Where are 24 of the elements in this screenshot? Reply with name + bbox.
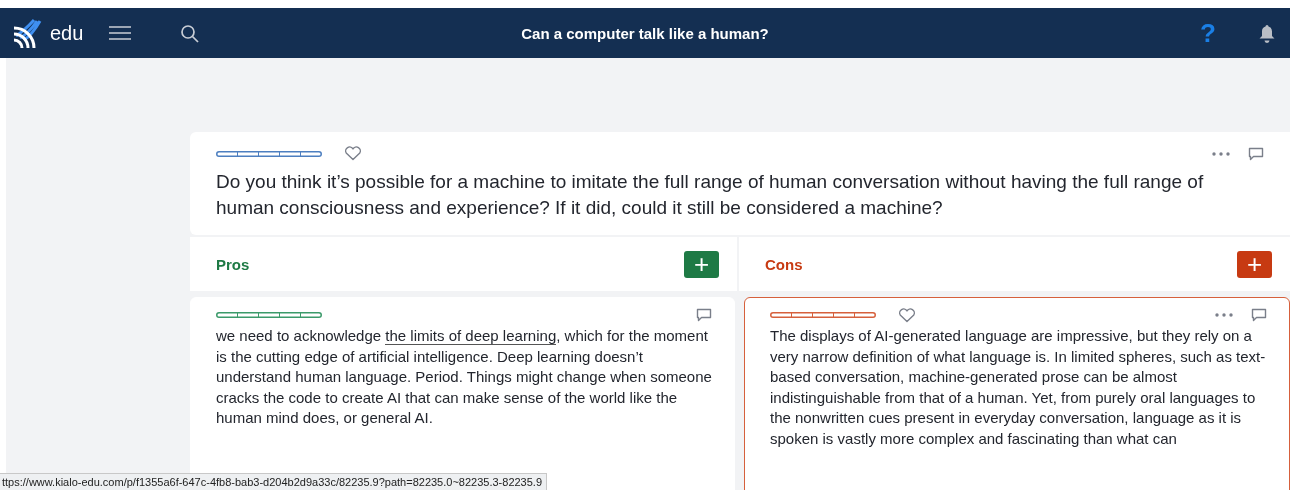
logo-text[interactable]: edu	[50, 21, 84, 45]
vote-bar-icon[interactable]	[216, 150, 322, 157]
comment-icon[interactable]	[696, 308, 712, 322]
comment-icon[interactable]	[1248, 146, 1264, 161]
status-url: ttps://www.kialo-edu.com/p/f1355a6f-647c-4fb8-bab3-d204b2d9a33c/82235.9?path=82235.0~82235.3-82235.9	[0, 473, 548, 490]
thesis-text: Do you think it’s possible for a machine to imitate the full range of human conversation without having the full range of human consciousness and experience? If it did, could it still be considered a machine?	[216, 170, 1205, 220]
vote-bar-icon[interactable]	[216, 312, 322, 318]
claim-text: The displays of AI-generated language are impressive, but they rely on a very narrow definition of what language is. In limited spheres, such as text-based conversation, machine-generated prose can be almost indistinguishable from that of a human. Yet, from purely oral languages to the nonwritten cues present in everyday conversation, language as it is spoken is vastly more complex and fascinating than what can	[770, 326, 1267, 449]
help-button[interactable]: ?	[1200, 17, 1216, 49]
column-heading: Cons	[765, 255, 803, 273]
claim-text: we need to acknowledge the limits of deep learning, which for the moment is the cutting edge of artificial intelligence. Deep learning doesn’t understand human language. Period. Things might change when someone cracks the code to create AI that can make sense of the world like the human mind does, or general AI.	[216, 326, 712, 429]
more-icon[interactable]	[1215, 313, 1233, 317]
debate-title: Can a computer talk like a human?	[521, 24, 769, 42]
menu-icon[interactable]	[109, 25, 132, 41]
heart-icon[interactable]	[898, 307, 916, 323]
vote-bar-icon[interactable]	[770, 312, 876, 318]
add-claim-button[interactable]: +	[684, 250, 719, 278]
heart-icon[interactable]	[344, 146, 362, 161]
comment-icon[interactable]	[1251, 308, 1267, 322]
column-heading: Pros	[216, 255, 250, 273]
bell-icon[interactable]	[1258, 23, 1276, 43]
more-icon[interactable]	[1212, 151, 1230, 156]
search-icon[interactable]	[180, 23, 200, 43]
add-claim-button[interactable]: +	[1237, 250, 1272, 278]
